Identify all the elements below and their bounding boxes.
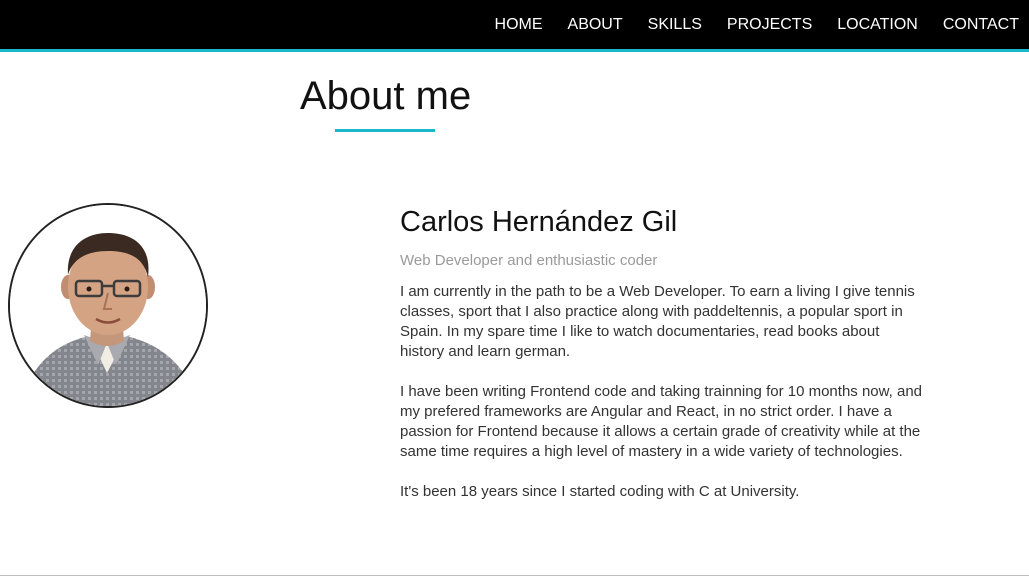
profile-photo-icon [10,205,206,406]
nav-link-location[interactable]: LOCATION [837,16,918,34]
nav-link-projects[interactable]: PROJECTS [727,16,812,34]
section-divider [0,575,1029,576]
bio-paragraph: I am currently in the path to be a Web D… [400,283,915,360]
bio-text: I am currently in the path to be a Web D… [400,282,925,522]
bio-paragraph: I have been writing Frontend code and ta… [400,383,923,460]
top-navbar: HOME ABOUT SKILLS PROJECTS LOCATION CONT… [0,0,1029,52]
nav-link-home[interactable]: HOME [495,16,543,34]
section-title: About me [300,74,472,118]
nav-links: HOME ABOUT SKILLS PROJECTS LOCATION CONT… [470,0,1019,49]
profile-name: Carlos Hernández Gil [400,206,678,238]
profile-avatar [8,203,208,408]
nav-link-skills[interactable]: SKILLS [648,16,702,34]
nav-link-about[interactable]: ABOUT [568,16,623,34]
title-underline [335,129,435,132]
nav-link-contact[interactable]: CONTACT [943,16,1019,34]
profile-tagline: Web Developer and enthusiastic coder [400,252,658,269]
bio-paragraph: It's been 18 years since I started codin… [400,483,800,500]
